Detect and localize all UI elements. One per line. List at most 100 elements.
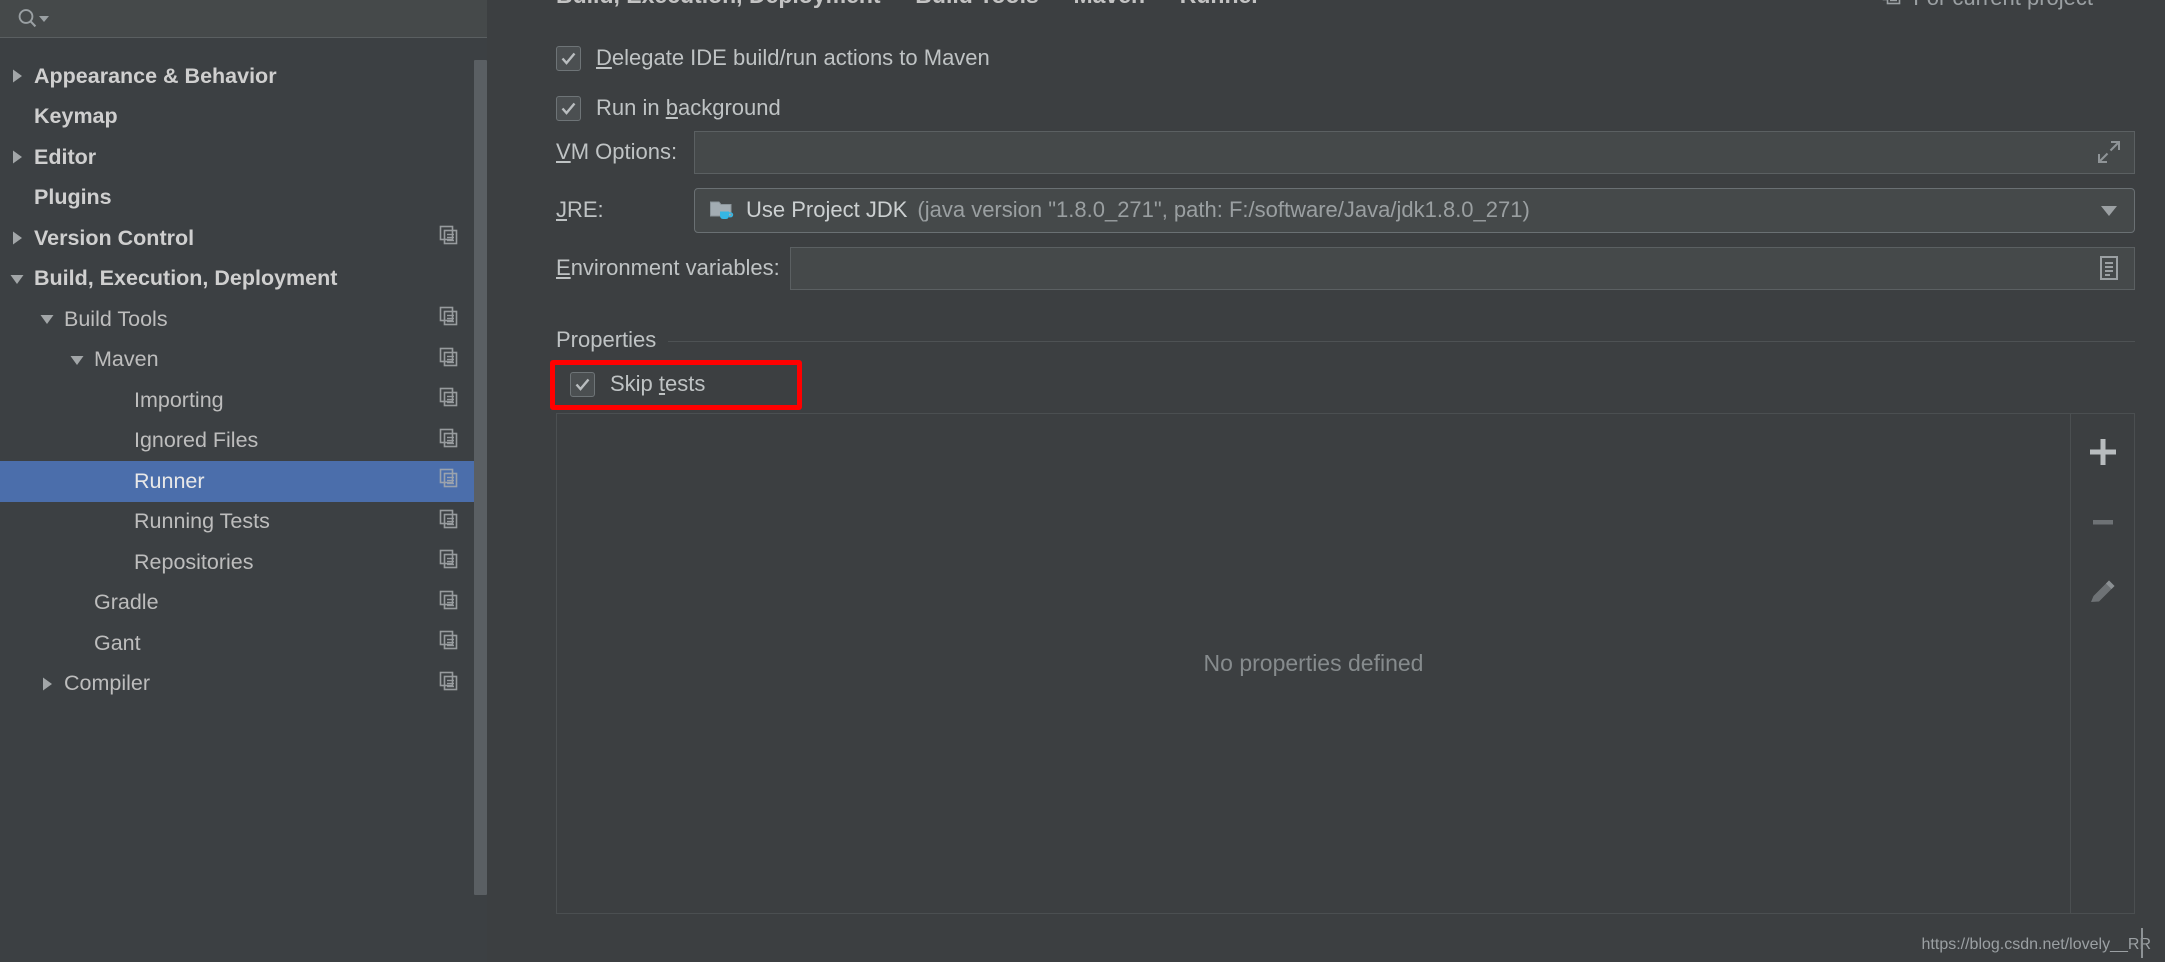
edit-property-button[interactable] bbox=[2081, 570, 2125, 614]
remove-property-button[interactable] bbox=[2081, 500, 2125, 544]
expand-icon[interactable] bbox=[2096, 139, 2122, 165]
sidebar-item-plugins[interactable]: Plugins bbox=[0, 178, 498, 219]
properties-toolbar bbox=[2071, 413, 2135, 914]
skip-tests-pre: Skip bbox=[610, 371, 659, 396]
copy-icon[interactable] bbox=[438, 386, 460, 414]
for-current-project-text: For current project bbox=[1913, 0, 2093, 11]
search-icon bbox=[16, 7, 40, 31]
skip-tests-label: Skip tests bbox=[610, 371, 705, 397]
settings-search-box[interactable] bbox=[0, 0, 498, 38]
copy-icon[interactable] bbox=[438, 670, 460, 698]
copy-icon[interactable] bbox=[438, 224, 460, 252]
chevron-down-icon[interactable] bbox=[6, 268, 28, 290]
copy-icon[interactable] bbox=[438, 427, 460, 455]
copy-icon[interactable] bbox=[438, 467, 460, 495]
sidebar-item-label: Appearance & Behavior bbox=[34, 63, 277, 88]
sidebar-item-build-tools[interactable]: Build Tools bbox=[0, 299, 498, 340]
chevron-right-icon[interactable] bbox=[6, 65, 28, 87]
chevron-right-icon[interactable] bbox=[6, 227, 28, 249]
copy-icon[interactable] bbox=[438, 548, 460, 576]
sidebar-splitter[interactable] bbox=[487, 0, 498, 962]
jre-mnemonic: J bbox=[556, 197, 567, 222]
chevron-down-icon[interactable] bbox=[66, 349, 88, 371]
sidebar-item-compiler[interactable]: Compiler bbox=[0, 664, 498, 705]
properties-group-title: Properties bbox=[556, 327, 669, 353]
copy-icon[interactable] bbox=[438, 305, 460, 333]
settings-dialog: Appearance & Behavior Keymap Editor Plugins… bbox=[0, 0, 2165, 962]
sidebar-scrollbar-thumb[interactable] bbox=[474, 60, 487, 895]
watermark-url: https://blog.csdn.net/lovely__RR bbox=[1921, 936, 2151, 953]
list-browse-icon[interactable] bbox=[2096, 254, 2122, 282]
sidebar-item-appearance-behavior[interactable]: Appearance & Behavior bbox=[0, 56, 498, 97]
sidebar-item-ignored-files[interactable]: Ignored Files bbox=[0, 421, 498, 462]
breadcrumb-item: Build Tools bbox=[915, 0, 1039, 9]
delegate-ide-build-row[interactable]: Delegate IDE build/run actions to Maven bbox=[556, 45, 990, 71]
jre-combobox[interactable]: Use Project JDK (java version "1.8.0_271… bbox=[694, 187, 2135, 233]
search-input[interactable] bbox=[50, 7, 497, 30]
sidebar-item-version-control[interactable]: Version Control bbox=[0, 218, 498, 259]
sidebar-item-maven[interactable]: Maven bbox=[0, 340, 498, 381]
chevron-down-icon[interactable] bbox=[2096, 197, 2122, 223]
check-icon bbox=[561, 52, 576, 65]
vm-options-label: VM Options: bbox=[556, 139, 677, 165]
background-label-rest: ackground bbox=[677, 95, 781, 120]
copy-icon bbox=[1881, 0, 1903, 12]
delegate-mnemonic: D bbox=[596, 45, 612, 70]
add-property-button[interactable] bbox=[2081, 430, 2125, 474]
sidebar-item-label: Editor bbox=[34, 144, 97, 169]
jre-label-rest: RE: bbox=[567, 197, 604, 222]
settings-main-panel: Build, Execution, Deployment › Build Tools… bbox=[498, 0, 2165, 962]
settings-sidebar: Appearance & Behavior Keymap Editor Plugins… bbox=[0, 0, 498, 962]
sidebar-item-repositories[interactable]: Repositories bbox=[0, 542, 498, 583]
skip-tests-checkbox[interactable] bbox=[570, 371, 595, 397]
run-in-background-checkbox[interactable] bbox=[556, 95, 581, 121]
search-dropdown-icon[interactable] bbox=[38, 13, 50, 25]
sidebar-item-label: Ignored Files bbox=[134, 428, 259, 453]
properties-group-divider bbox=[556, 341, 2135, 342]
sidebar-item-gant[interactable]: Gant bbox=[0, 623, 498, 664]
sidebar-item-keymap[interactable]: Keymap bbox=[0, 97, 498, 138]
sidebar-item-label: Importing bbox=[134, 387, 224, 412]
sidebar-item-build-execution-deployment[interactable]: Build, Execution, Deployment bbox=[0, 259, 498, 300]
background-label-pre: Run in bbox=[596, 95, 666, 120]
sidebar-item-label: Keymap bbox=[34, 104, 118, 129]
run-in-background-row[interactable]: Run in background bbox=[556, 95, 781, 121]
sidebar-item-label: Runner bbox=[134, 468, 205, 493]
sidebar-item-importing[interactable]: Importing bbox=[0, 380, 498, 421]
delegate-ide-build-checkbox[interactable] bbox=[556, 45, 581, 71]
vm-options-label-rest: M Options: bbox=[570, 139, 678, 164]
jre-value-detail: (java version "1.8.0_271", path: F:/soft… bbox=[917, 197, 1530, 222]
copy-icon[interactable] bbox=[438, 508, 460, 536]
sidebar-item-label: Gradle bbox=[94, 590, 159, 615]
copy-icon[interactable] bbox=[438, 589, 460, 617]
breadcrumb-item: Maven bbox=[1073, 0, 1145, 9]
sidebar-item-editor[interactable]: Editor bbox=[0, 137, 498, 178]
breadcrumb-separator: › bbox=[1053, 0, 1060, 7]
chevron-right-icon[interactable] bbox=[36, 673, 58, 695]
chevron-right-icon[interactable] bbox=[6, 146, 28, 168]
vm-options-input[interactable] bbox=[694, 130, 2135, 174]
sidebar-item-running-tests[interactable]: Running Tests bbox=[0, 502, 498, 543]
breadcrumb-item: Runner bbox=[1180, 0, 1261, 9]
env-label-rest: nvironment variables: bbox=[570, 255, 780, 280]
sidebar-item-runner[interactable]: Runner bbox=[0, 461, 498, 502]
breadcrumb-separator: › bbox=[1159, 0, 1166, 7]
environment-variables-input[interactable] bbox=[790, 246, 2135, 290]
properties-list-panel[interactable]: No properties defined bbox=[556, 413, 2071, 914]
skip-tests-row[interactable]: Skip tests bbox=[570, 371, 705, 397]
env-mnemonic: E bbox=[556, 255, 571, 280]
breadcrumb-item: Build, Execution, Deployment bbox=[556, 0, 881, 9]
copy-icon[interactable] bbox=[438, 629, 460, 657]
run-in-background-label: Run in background bbox=[596, 95, 781, 121]
settings-tree[interactable]: Appearance & Behavior Keymap Editor Plugins… bbox=[0, 38, 498, 962]
sidebar-item-gradle[interactable]: Gradle bbox=[0, 583, 498, 624]
sidebar-item-label: Maven bbox=[94, 347, 159, 372]
check-icon bbox=[575, 378, 590, 391]
copy-icon[interactable] bbox=[438, 346, 460, 374]
chevron-down-icon[interactable] bbox=[36, 308, 58, 330]
